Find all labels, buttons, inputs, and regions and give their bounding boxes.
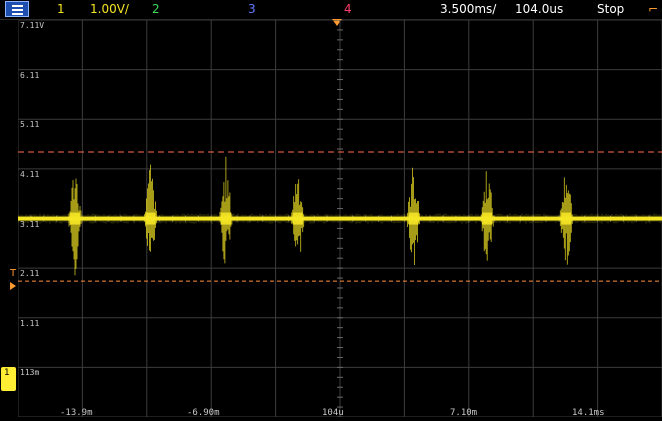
y-axis-label: 1.11 — [20, 318, 40, 328]
channel-1-label[interactable]: 1 — [57, 2, 65, 16]
y-axis-label: 5.11 — [20, 120, 40, 130]
status-bar: 1 1.00V/ 2 3 4 3.500ms/ 104.0us Stop ⌐ — [0, 0, 662, 20]
y-axis-label: 6.11 — [20, 70, 40, 80]
channel-2-label[interactable]: 2 — [152, 2, 160, 16]
time-delay[interactable]: 104.0us — [515, 2, 563, 16]
y-axis-label: 3.11 — [20, 219, 40, 229]
trigger-level-label: T — [10, 268, 17, 279]
trace-burst-core — [561, 212, 572, 225]
channel-1-scale[interactable]: 1.00V/ — [90, 2, 129, 16]
channel-4-label[interactable]: 4 — [344, 2, 352, 16]
y-axis-label: 113m — [20, 368, 40, 378]
menu-icon[interactable] — [5, 1, 29, 17]
trace-burst-core — [145, 212, 156, 225]
trace-burst-core — [292, 212, 303, 225]
trigger-level-icon[interactable] — [10, 282, 16, 290]
trace-burst-core — [70, 212, 81, 225]
y-axis-label: 4.11 — [20, 169, 40, 179]
trace-burst-core — [482, 212, 493, 225]
timebase-scale[interactable]: 3.500ms/ — [440, 2, 496, 16]
y-axis-label: 2.11 — [20, 269, 40, 279]
x-axis-label: 14.1ms — [572, 408, 605, 418]
channel-1-ground-marker[interactable]: 1 — [1, 367, 16, 391]
waveform-display[interactable] — [18, 20, 662, 417]
trace-burst-core — [408, 212, 419, 225]
x-axis-label: -13.9m — [60, 408, 93, 418]
x-axis-label: 7.10m — [450, 408, 478, 418]
trace-burst-core — [220, 212, 231, 225]
y-axis-label: 7.11V — [20, 21, 45, 30]
channel-3-label[interactable]: 3 — [248, 2, 256, 16]
trace-burst — [68, 178, 82, 276]
run-state[interactable]: Stop — [597, 2, 624, 16]
ground-marker-label: 1 — [4, 368, 10, 378]
x-axis-label: 104u — [322, 408, 344, 418]
trigger-mode-icon[interactable]: ⌐ — [648, 2, 658, 16]
x-axis-label: -6.90m — [187, 408, 220, 418]
trace-burst — [219, 156, 233, 264]
